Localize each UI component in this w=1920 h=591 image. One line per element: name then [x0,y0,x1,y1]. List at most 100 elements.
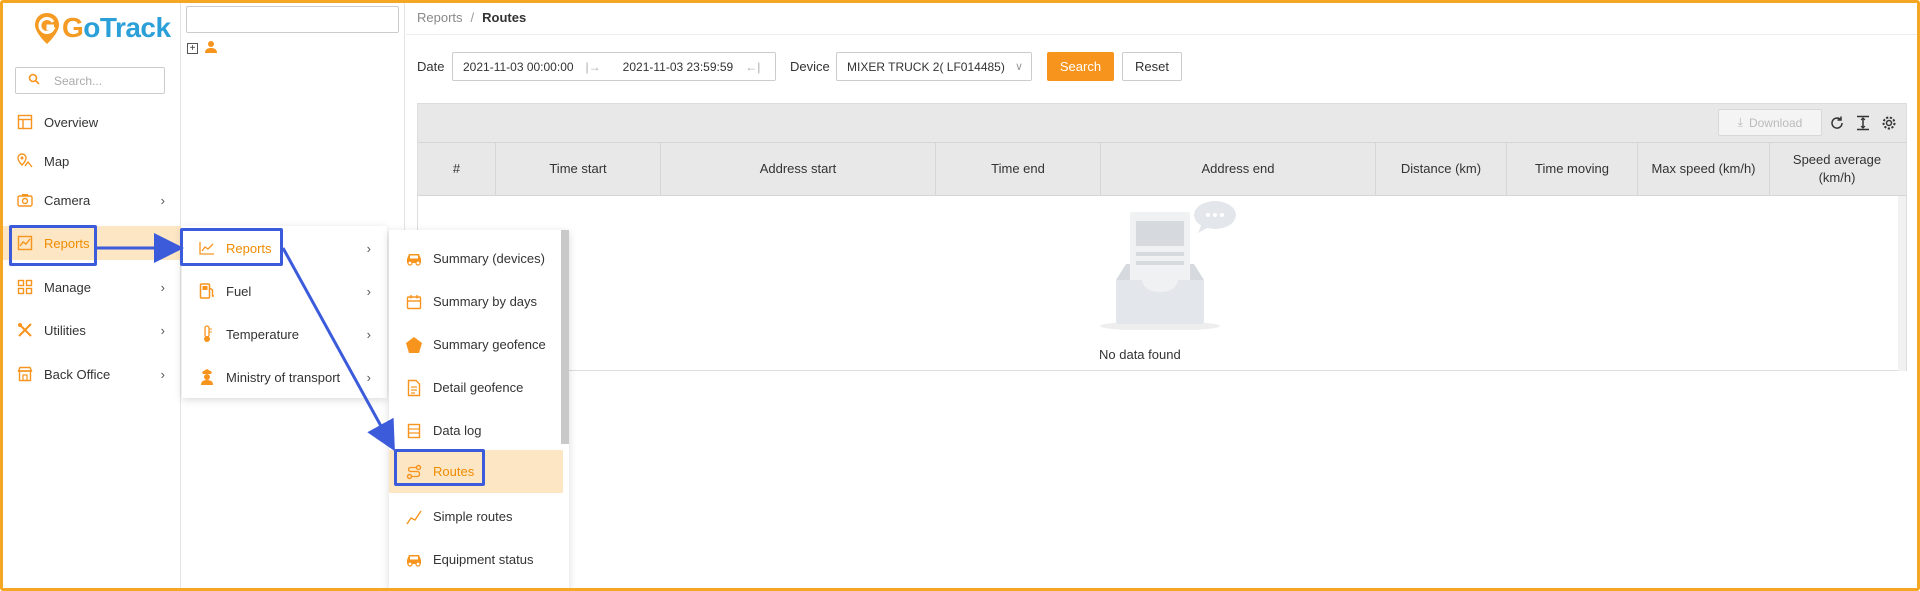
sidebar: GoTrack Overview Map Camera › Reports › [0,0,181,591]
sidebar-item-map[interactable]: Map [0,144,181,178]
officer-icon [198,368,216,386]
camera-icon [16,191,34,209]
range-end-icon: ←| [745,59,761,74]
divider [406,34,1917,35]
sidebar-item-label: Back Office [44,366,111,382]
car-icon [405,551,423,569]
menu-item-simple-routes[interactable]: Simple routes [389,495,569,538]
menu-item-label: Data log [433,423,482,438]
menu-item-label: Equipment status [433,552,534,567]
column-header[interactable]: Distance (km) [1376,143,1507,195]
logo-letter: G [62,12,84,43]
download-label: Download [1748,115,1803,130]
chevron-right-icon: › [160,322,165,338]
column-header[interactable]: Max speed (km/h) [1638,143,1770,195]
logo-pin-icon [33,11,61,45]
document-icon [405,379,423,397]
device-label: Device [790,59,830,74]
pentagon-icon [405,336,423,354]
menu-item-label: Summary by days [433,294,538,309]
menu-item-fuel[interactable]: Fuel › [182,271,387,311]
breadcrumb: Reports / Routes [417,10,526,25]
reset-button[interactable]: Reset [1122,52,1182,81]
chevron-right-icon: › [366,283,371,299]
empty-state-text: No data found [1099,347,1181,362]
chevron-right-icon: › [366,369,371,385]
app-logo[interactable]: GoTrack [33,8,171,48]
breadcrumb-separator: / [470,10,475,25]
download-icon: ⤓ [1737,115,1743,129]
sidebar-item-label: Map [44,153,70,169]
sidebar-search-input[interactable] [54,73,154,88]
menu-item-summary-by-days[interactable]: Summary by days [389,280,569,323]
column-header[interactable]: Address end [1101,143,1376,195]
column-header[interactable]: Time moving [1507,143,1638,195]
logo-text: GoTrack [62,12,171,44]
sidebar-item-label: Manage [44,279,91,295]
menu-item-data-log[interactable]: Data log [389,409,569,452]
column-header[interactable]: # [418,143,496,195]
column-height-icon[interactable] [1854,114,1872,132]
refresh-icon[interactable] [1828,114,1846,132]
chevron-right-icon: › [160,235,165,251]
menu-item-label: Simple routes [433,509,513,524]
sidebar-item-back-office[interactable]: Back Office › [0,357,181,391]
highlight-box-routes [394,449,485,486]
menu-item-label: Summary geofence [433,337,546,352]
column-header[interactable]: Time end [936,143,1101,195]
highlight-box-menu-reports [180,228,283,266]
column-header[interactable]: Speed average (km/h) [1770,143,1904,195]
column-header[interactable]: Address start [661,143,936,195]
menu-item-detail-geofence[interactable]: Detail geofence [389,366,569,409]
search-button[interactable]: Search [1047,52,1114,81]
sidebar-search[interactable] [15,67,165,94]
menu-item-temperature[interactable]: Temperature › [182,314,387,354]
fuel-icon [198,282,216,300]
chevron-right-icon: › [160,366,165,382]
breadcrumb-current: Routes [482,10,527,25]
chevron-down-icon: ∨ [1014,61,1023,73]
column-header[interactable]: Time start [496,143,661,195]
highlight-box-sidebar-reports [9,225,97,266]
user-group-icon [204,40,218,57]
expand-icon[interactable]: + [187,43,198,54]
car-icon [405,250,423,268]
menu-item-label: Ministry of transport [226,369,341,385]
reports-submenu: Summary (devices) Summary by days Summar… [389,230,569,591]
sidebar-item-utilities[interactable]: Utilities › [0,313,181,347]
settings-icon[interactable] [1880,114,1898,132]
tree-search-input[interactable] [186,6,399,33]
chevron-right-icon: › [160,279,165,295]
date-range-picker[interactable]: 2021-11-03 00:00:00 |→ 2021-11-03 23:59:… [452,52,776,81]
grid-icon [16,278,34,296]
search-icon [28,73,40,88]
sidebar-item-label: Overview [44,114,99,130]
breadcrumb-parent[interactable]: Reports [417,10,463,25]
menu-item-label: Summary (devices) [433,251,545,266]
table-scrollbar[interactable] [1898,196,1906,371]
sidebar-item-label: Utilities [44,322,86,338]
menu-item-equipment-status[interactable]: Equipment status [389,538,569,581]
table-header: # Time start Address start Time end Addr… [418,142,1906,196]
device-select[interactable]: MIXER TRUCK 2( LF014485) ∨ [836,52,1032,81]
calendar-icon [405,293,423,311]
menu-item-label: Fuel [226,283,252,299]
chevron-right-icon: › [366,240,371,256]
submenu-scrollbar[interactable] [561,230,569,444]
chevron-right-icon: › [366,326,371,342]
menu-item-summary-devices[interactable]: Summary (devices) [389,237,569,280]
sidebar-item-overview[interactable]: Overview [0,105,181,139]
tree-root[interactable]: + [187,40,218,57]
sidebar-item-manage[interactable]: Manage › [0,270,181,304]
menu-item-label: Temperature [226,326,299,342]
menu-item-summary-geofence[interactable]: Summary geofence [389,323,569,366]
date-end-value[interactable]: 2021-11-03 23:59:59 [623,60,734,74]
date-start-value[interactable]: 2021-11-03 00:00:00 [463,60,574,74]
menu-item-ministry-of-transport[interactable]: Ministry of transport › [182,357,387,397]
sidebar-item-label: Camera [44,192,91,208]
store-icon [16,365,34,383]
map-icon [16,152,34,170]
device-select-value: MIXER TRUCK 2( LF014485) [847,59,1005,74]
sidebar-item-camera[interactable]: Camera › [0,183,181,217]
download-button[interactable]: ⤓ Download [1718,109,1822,136]
